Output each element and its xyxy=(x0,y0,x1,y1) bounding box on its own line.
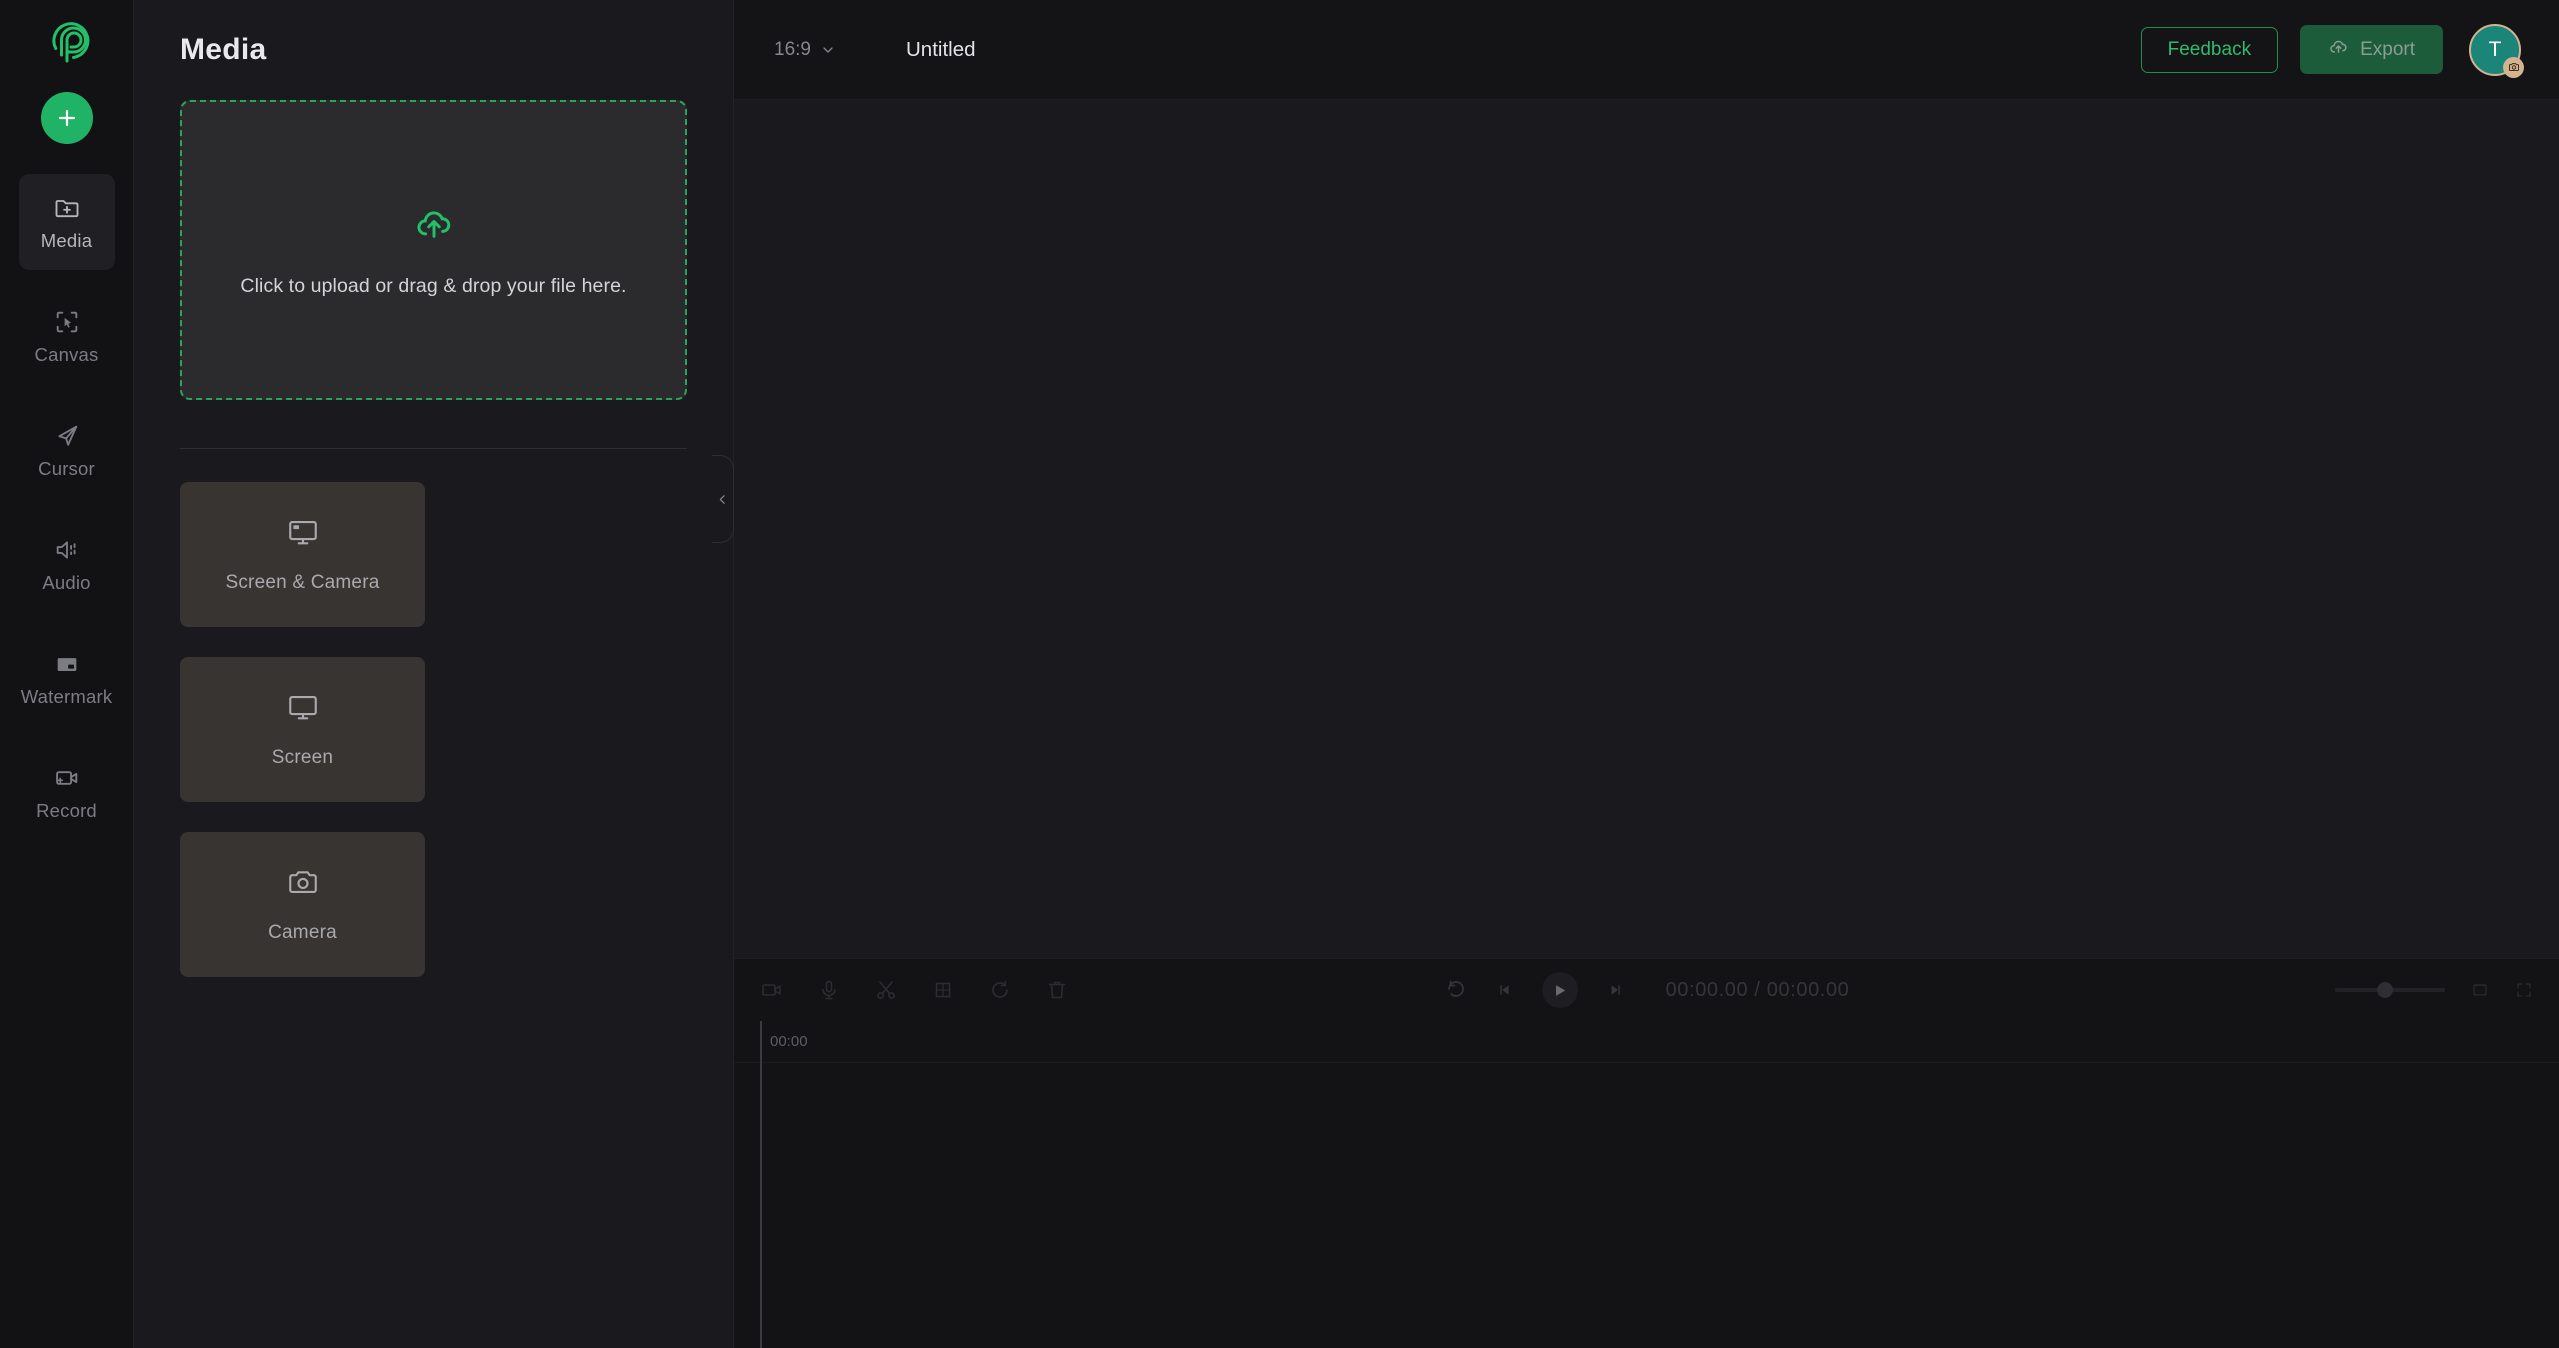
next-icon[interactable] xyxy=(1608,983,1622,997)
timecode: 00:00.00 / 00:00.00 xyxy=(1666,979,1850,1002)
top-bar: 16:9 Untitled Feedback Export T xyxy=(734,0,2559,100)
app-logo xyxy=(38,14,96,72)
left-rail: Media Canvas Cursor Audio Watermark Reco… xyxy=(0,0,134,1348)
scissors-icon[interactable] xyxy=(874,978,898,1002)
transport-controls: 00:00.00 / 00:00.00 xyxy=(1444,972,1850,1008)
project-name-input[interactable]: Untitled xyxy=(906,38,976,62)
monitor-icon xyxy=(286,690,320,729)
crop-icon[interactable] xyxy=(931,978,955,1002)
export-button[interactable]: Export xyxy=(2300,25,2443,74)
camera-badge-icon xyxy=(2503,56,2524,78)
refresh-icon[interactable] xyxy=(988,978,1012,1002)
editor-app: Media Canvas Cursor Audio Watermark Reco… xyxy=(0,0,2559,1348)
video-camera-icon[interactable] xyxy=(760,978,784,1002)
total-time: 00:00.00 xyxy=(1766,978,1850,1001)
cloud-upload-icon xyxy=(413,202,455,249)
zoom-slider[interactable] xyxy=(2335,982,2445,998)
sidebar-item-label: Media xyxy=(40,230,93,252)
panel-collapse-handle[interactable] xyxy=(712,455,734,543)
add-button[interactable] xyxy=(40,92,93,144)
playhead[interactable] xyxy=(760,1021,762,1348)
speaker-icon xyxy=(53,535,81,565)
timeline-tracks[interactable] xyxy=(734,1063,2559,1348)
monitor-pip-icon xyxy=(286,515,320,554)
undo-icon[interactable] xyxy=(1444,978,1468,1002)
sidebar-item-media[interactable]: Media xyxy=(18,174,115,270)
capture-card-screen-camera[interactable]: Screen & Camera xyxy=(180,482,425,627)
play-button[interactable] xyxy=(1541,972,1578,1008)
sidebar-item-label: Cursor xyxy=(38,458,95,480)
rail-items: Media Canvas Cursor Audio Watermark Reco… xyxy=(0,174,133,858)
capture-cards: Screen & Camera Screen Camera xyxy=(180,482,687,977)
trash-icon[interactable] xyxy=(1045,978,1069,1002)
sidebar-item-audio[interactable]: Audio xyxy=(19,516,115,612)
aspect-ratio-value: 16:9 xyxy=(774,38,811,60)
play-icon xyxy=(1556,984,1566,996)
upload-dropzone[interactable]: Click to upload or drag & drop your file… xyxy=(180,100,687,400)
time-separator: / xyxy=(1754,978,1761,1001)
chevron-down-icon xyxy=(823,46,833,53)
aspect-ratio-select[interactable]: 16:9 xyxy=(774,39,836,61)
current-time: 00:00.00 xyxy=(1665,978,1749,1001)
export-button-label: Export xyxy=(2360,38,2415,60)
expand-icon[interactable] xyxy=(2515,981,2533,999)
plus-icon xyxy=(58,109,75,127)
microphone-icon[interactable] xyxy=(817,978,841,1002)
sidebar-item-canvas[interactable]: Canvas xyxy=(19,288,115,384)
sidebar-item-watermark[interactable]: Watermark xyxy=(19,630,115,726)
feedback-button[interactable]: Feedback xyxy=(2140,26,2279,73)
sidebar-item-label: Canvas xyxy=(34,344,99,366)
cloud-upload-icon xyxy=(2328,36,2349,63)
sidebar-item-label: Watermark xyxy=(20,686,113,708)
capture-card-screen[interactable]: Screen xyxy=(180,657,425,802)
folder-plus-icon xyxy=(53,193,81,223)
sidebar-item-cursor[interactable]: Cursor xyxy=(19,402,115,498)
previous-icon[interactable] xyxy=(1498,983,1512,997)
timeline: 00:00.00 / 00:00.00 00:00 xyxy=(734,958,2559,1348)
watermark-icon xyxy=(53,649,81,679)
ruler-tick-label: 00:00 xyxy=(770,1033,808,1050)
capture-card-label: Screen & Camera xyxy=(225,572,380,593)
timeline-ruler[interactable]: 00:00 xyxy=(734,1021,2559,1348)
timeline-zoom-controls xyxy=(2335,981,2533,999)
fit-screen-icon[interactable] xyxy=(2471,981,2489,999)
dropzone-label: Click to upload or drag & drop your file… xyxy=(240,275,627,297)
timeline-tools xyxy=(760,978,1069,1002)
timeline-toolbar: 00:00.00 / 00:00.00 xyxy=(734,959,2559,1021)
sidebar-item-label: Record xyxy=(36,800,97,822)
chevron-left-icon xyxy=(719,494,725,504)
cursor-arrow-icon xyxy=(53,421,81,451)
spiral-p-logo-icon xyxy=(51,22,89,63)
panel-header: Media xyxy=(134,0,733,100)
panel-divider xyxy=(180,448,687,449)
avatar[interactable]: T xyxy=(2469,23,2524,78)
main-area: 16:9 Untitled Feedback Export T 00:00.00… xyxy=(734,0,2559,1348)
sidebar-item-record[interactable]: Record xyxy=(19,744,115,840)
capture-card-label: Camera xyxy=(268,922,337,943)
preview-stage xyxy=(734,100,2559,958)
capture-card-camera[interactable]: Camera xyxy=(180,832,425,977)
crop-select-icon xyxy=(53,307,81,337)
panel-body: Click to upload or drag & drop your file… xyxy=(134,100,733,977)
page-title: Media xyxy=(180,33,267,66)
zoom-slider-knob[interactable] xyxy=(2377,982,2393,998)
media-panel: Media Click to upload or drag & drop you… xyxy=(134,0,734,1348)
capture-card-label: Screen xyxy=(271,747,334,768)
camera-icon xyxy=(286,865,320,904)
sidebar-item-label: Audio xyxy=(42,572,91,594)
video-plus-icon xyxy=(53,763,81,793)
